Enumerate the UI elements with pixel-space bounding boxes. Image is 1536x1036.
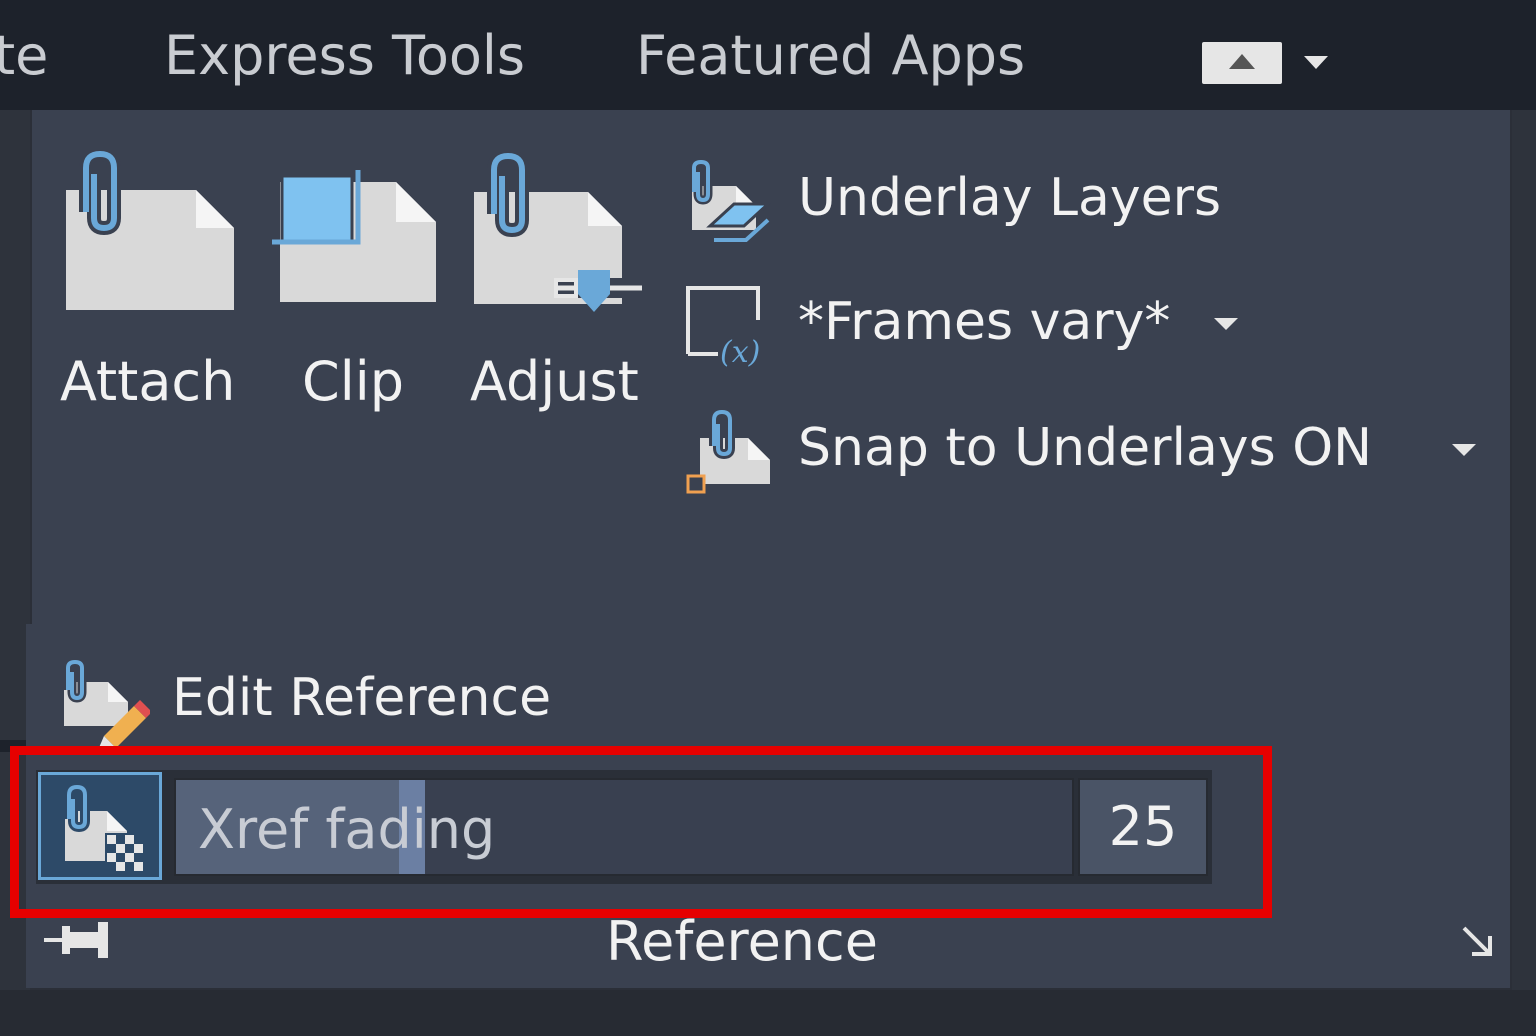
xref-fading-value[interactable]: 25	[1078, 778, 1208, 876]
frames-chevron-down-icon	[1214, 318, 1238, 330]
minimize-ribbon-button[interactable]	[1202, 42, 1282, 84]
clip-label: Clip	[302, 350, 404, 413]
ribbon-options-chevron-down-icon[interactable]	[1304, 56, 1328, 69]
underlay-layers-label: Underlay Layers	[798, 168, 1222, 228]
xref-fading-control: Xref fading 25	[36, 770, 1212, 884]
xref-fading-icon	[64, 785, 145, 873]
ribbon-tab-bar: te Express Tools Featured Apps	[0, 0, 1536, 110]
edit-reference-label: Edit Reference	[172, 668, 552, 728]
edit-reference-button[interactable]: Edit Reference	[58, 660, 618, 746]
adjust-label: Adjust	[470, 350, 639, 413]
tab-partial[interactable]: te	[0, 24, 48, 87]
frames-label: *Frames vary*	[798, 292, 1171, 352]
xref-fading-label: Xref fading	[198, 798, 496, 861]
tab-featured-apps[interactable]: Featured Apps	[636, 24, 1025, 87]
snap-chevron-down-icon	[1452, 444, 1476, 456]
edit-reference-icon	[63, 660, 150, 746]
snap-underlay-icon	[686, 410, 770, 494]
drawing-area-edge	[0, 990, 1536, 1036]
attach-label: Attach	[60, 350, 236, 413]
snap-to-underlays-dropdown[interactable]: Snap to Underlays ON	[684, 410, 1484, 494]
xref-fading-slider[interactable]: Xref fading	[174, 778, 1074, 876]
panel-title: Reference	[606, 910, 878, 973]
tab-express-tools[interactable]: Express Tools	[164, 24, 525, 87]
frame-variable-icon: (x)	[686, 286, 760, 370]
dialog-launcher-icon[interactable]	[1460, 924, 1494, 958]
underlay-layers-icon	[689, 160, 772, 242]
adjust-icon	[474, 152, 644, 312]
underlay-layers-button[interactable]: Underlay Layers	[684, 160, 1284, 242]
frames-dropdown[interactable]: (x) *Frames vary*	[684, 284, 1264, 370]
attach-icon	[66, 150, 234, 310]
xref-fading-toggle[interactable]	[38, 772, 162, 880]
svg-text:(x): (x)	[720, 335, 760, 370]
snap-label: Snap to Underlays ON	[798, 418, 1373, 478]
pin-panel-icon[interactable]	[44, 918, 114, 962]
right-panel-edge	[1512, 110, 1536, 1000]
clip-icon	[272, 170, 436, 302]
